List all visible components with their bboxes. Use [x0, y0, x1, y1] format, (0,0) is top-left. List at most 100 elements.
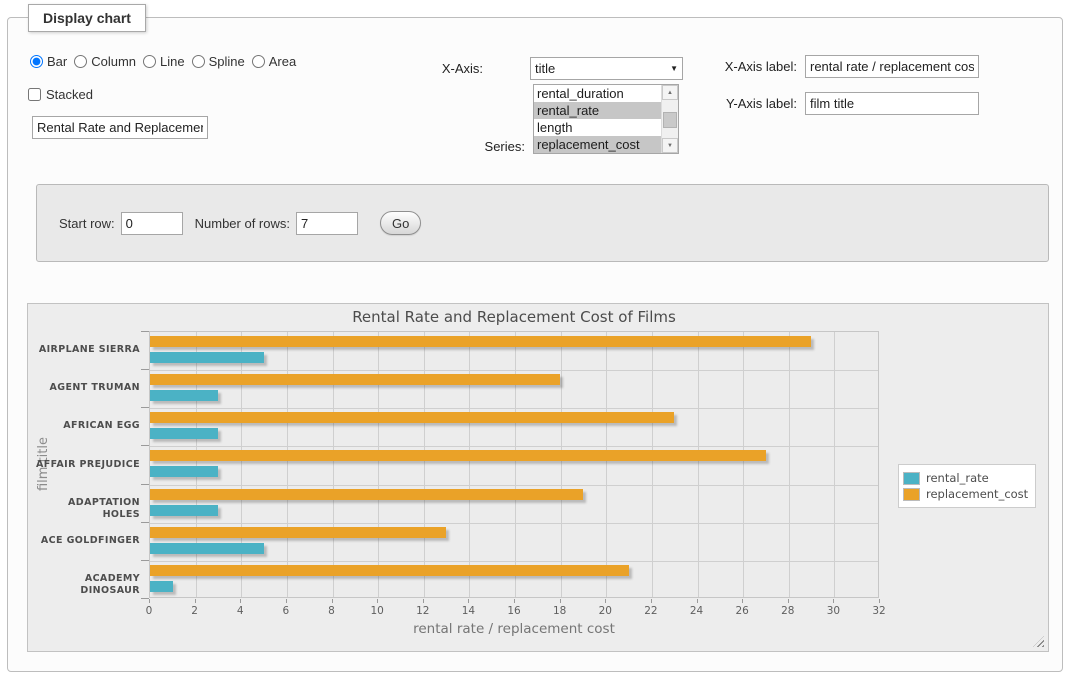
- x-axis-label-input[interactable]: [805, 55, 979, 78]
- y-tick-mark: [141, 407, 149, 408]
- x-tick-mark: [377, 599, 378, 603]
- grid-line-vertical: [743, 332, 744, 597]
- chart-type-group: Bar Column Line Spline Area: [30, 54, 296, 69]
- chevron-down-icon: ▼: [670, 64, 678, 73]
- chart-type-radio-spline[interactable]: [192, 55, 205, 68]
- start-row-input[interactable]: [121, 212, 183, 235]
- grid-line-vertical: [789, 332, 790, 597]
- num-rows-input[interactable]: [296, 212, 358, 235]
- x-tick-label: 16: [499, 605, 529, 617]
- x-tick-mark: [332, 599, 333, 603]
- x-tick-mark: [879, 599, 880, 603]
- x-tick-label: 26: [727, 605, 757, 617]
- chart-title: Rental Rate and Replacement Cost of Film…: [149, 308, 879, 326]
- series-option-replacement_cost[interactable]: replacement_cost: [534, 136, 661, 153]
- series-options: rental_durationrental_ratelengthreplacem…: [534, 85, 661, 153]
- x-tick-label: 32: [864, 605, 894, 617]
- x-tick-mark: [195, 599, 196, 603]
- grid-line-vertical: [287, 332, 288, 597]
- scrollbar-thumb[interactable]: [663, 112, 677, 128]
- grid-line-vertical: [652, 332, 653, 597]
- y-tick-mark: [141, 369, 149, 370]
- x-tick-label: 22: [636, 605, 666, 617]
- y-tick-mark: [141, 598, 149, 599]
- grid-line-vertical: [333, 332, 334, 597]
- y-axis-label-label: Y-Axis label:: [713, 96, 797, 111]
- resize-grip-icon[interactable]: [1033, 636, 1044, 647]
- bar-replacement_cost: [150, 412, 674, 423]
- x-tick-label: 4: [225, 605, 255, 617]
- x-tick-label: 8: [317, 605, 347, 617]
- grid-line-horizontal: [150, 408, 878, 409]
- legend-label: replacement_cost: [926, 487, 1028, 501]
- chart-type-radio-area[interactable]: [252, 55, 265, 68]
- series-option-rental_rate[interactable]: rental_rate: [534, 102, 661, 119]
- x-tick-label: 20: [590, 605, 620, 617]
- grid-line-vertical: [196, 332, 197, 597]
- x-axis-select-label: X-Axis:: [420, 61, 483, 76]
- x-tick-mark: [149, 599, 150, 603]
- legend-item: rental_rate: [903, 471, 1028, 485]
- x-tick-mark: [833, 599, 834, 603]
- chart-type-option-line[interactable]: Line: [143, 54, 185, 69]
- legend-label: rental_rate: [926, 471, 989, 485]
- grid-line-horizontal: [150, 523, 878, 524]
- chart-type-option-bar[interactable]: Bar: [30, 54, 67, 69]
- category-label: AGENT TRUMAN: [28, 382, 140, 394]
- grid-line-horizontal: [150, 370, 878, 371]
- grid-line-horizontal: [150, 485, 878, 486]
- bar-rental_rate: [150, 505, 218, 516]
- chart-type-radio-bar[interactable]: [30, 55, 43, 68]
- grid-line-vertical: [378, 332, 379, 597]
- x-tick-label: 30: [818, 605, 848, 617]
- x-tick-label: 12: [408, 605, 438, 617]
- series-option-length[interactable]: length: [534, 119, 661, 136]
- go-button[interactable]: Go: [380, 211, 421, 235]
- series-label: Series:: [459, 139, 525, 154]
- bar-replacement_cost: [150, 374, 560, 385]
- category-label: ADAPTATION HOLES: [28, 497, 140, 521]
- grid-line-vertical: [515, 332, 516, 597]
- bar-replacement_cost: [150, 450, 766, 461]
- legend-swatch-rental_rate: [903, 472, 920, 485]
- chart-type-radio-label: Line: [160, 54, 185, 69]
- x-axis-select[interactable]: title ▼: [530, 57, 683, 80]
- bar-rental_rate: [150, 390, 218, 401]
- series-option-rental_duration[interactable]: rental_duration: [534, 85, 661, 102]
- num-rows-label: Number of rows:: [195, 216, 290, 231]
- y-tick-mark: [141, 331, 149, 332]
- bar-rental_rate: [150, 543, 264, 554]
- series-scrollbar[interactable]: ▲ ▼: [661, 85, 678, 153]
- x-tick-mark: [286, 599, 287, 603]
- scroll-down-icon[interactable]: ▼: [662, 138, 678, 153]
- chart-type-option-column[interactable]: Column: [74, 54, 136, 69]
- chart-type-option-spline[interactable]: Spline: [192, 54, 245, 69]
- stacked-checkbox[interactable]: [28, 88, 41, 101]
- bar-rental_rate: [150, 352, 264, 363]
- bar-rental_rate: [150, 428, 218, 439]
- grid-line-vertical: [469, 332, 470, 597]
- chart-type-radio-line[interactable]: [143, 55, 156, 68]
- series-listbox[interactable]: rental_durationrental_ratelengthreplacem…: [533, 84, 679, 154]
- stacked-checkbox-row[interactable]: Stacked: [28, 87, 93, 102]
- chart-type-radio-label: Area: [269, 54, 296, 69]
- chart-legend: rental_rate replacement_cost: [898, 464, 1036, 508]
- y-tick-mark: [141, 560, 149, 561]
- chart-type-option-area[interactable]: Area: [252, 54, 296, 69]
- scroll-up-icon[interactable]: ▲: [662, 85, 678, 100]
- category-label: AIRPLANE SIERRA: [28, 344, 140, 356]
- bar-rental_rate: [150, 581, 173, 592]
- chart-panel: Rental Rate and Replacement Cost of Film…: [27, 303, 1049, 652]
- x-tick-mark: [560, 599, 561, 603]
- start-row-label: Start row:: [59, 216, 115, 231]
- legend-swatch-replacement_cost: [903, 488, 920, 501]
- grid-line-vertical: [424, 332, 425, 597]
- legend-item: replacement_cost: [903, 487, 1028, 501]
- grid-line-vertical: [241, 332, 242, 597]
- y-axis-label-input[interactable]: [805, 92, 979, 115]
- chart-title-input[interactable]: [32, 116, 208, 139]
- y-tick-mark: [141, 445, 149, 446]
- chart-type-radio-column[interactable]: [74, 55, 87, 68]
- grid-line-vertical: [698, 332, 699, 597]
- x-axis-label-label: X-Axis label:: [713, 59, 797, 74]
